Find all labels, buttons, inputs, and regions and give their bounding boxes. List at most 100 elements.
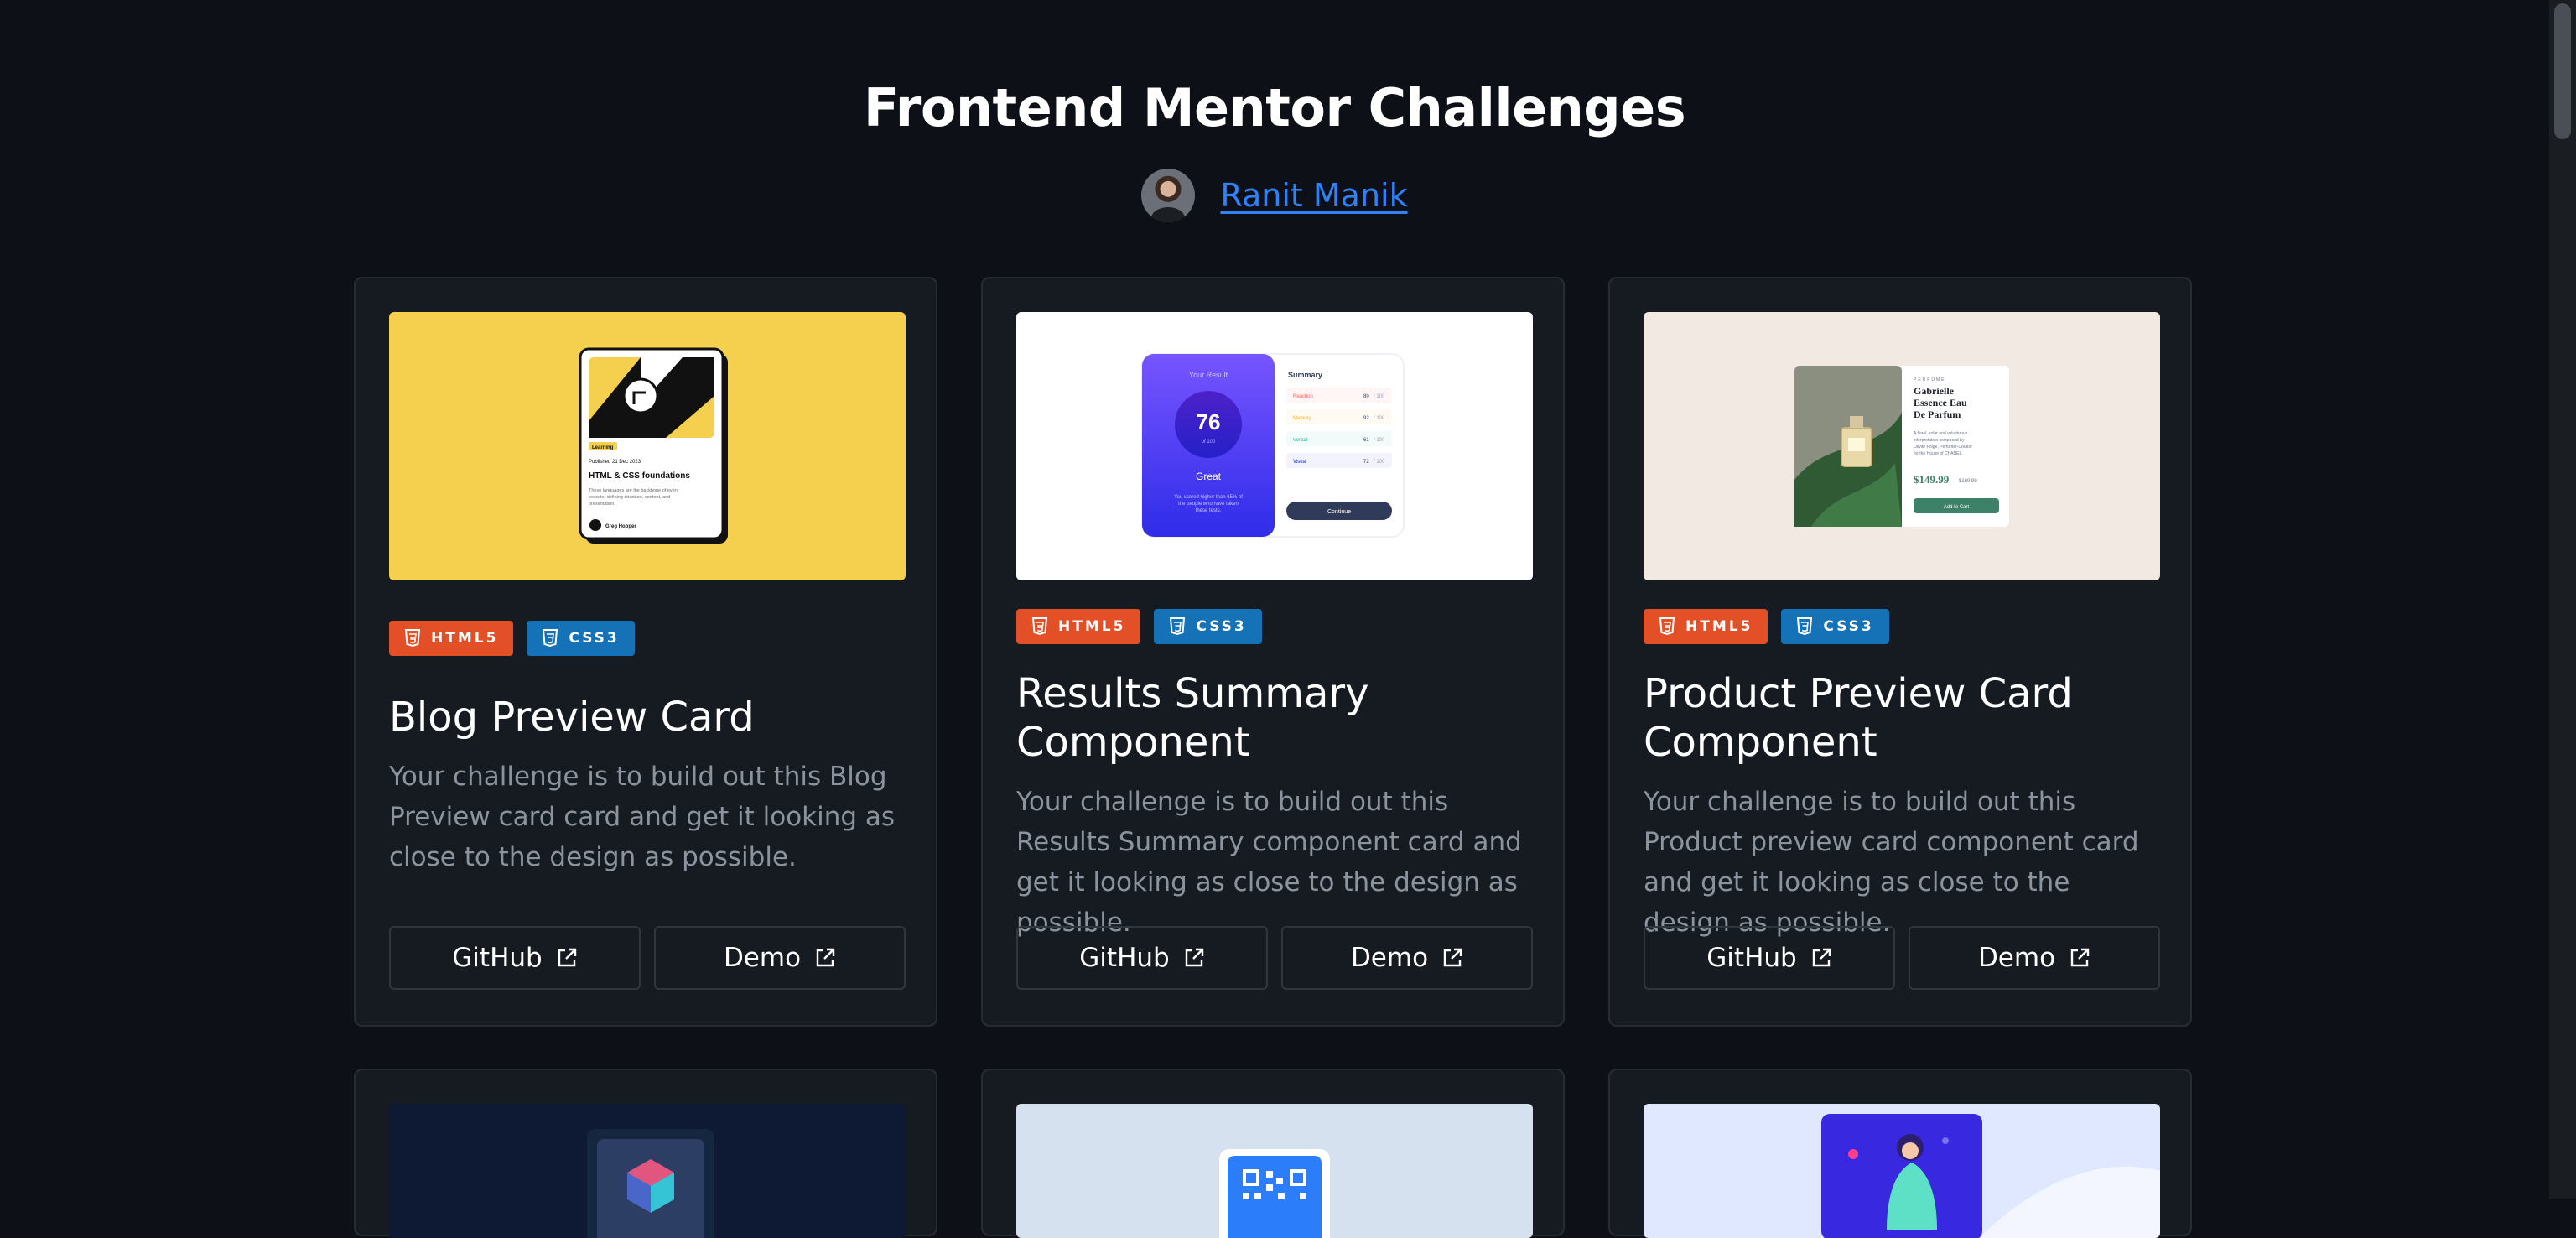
card-description: Your challenge is to build out this Blog…	[389, 762, 896, 872]
nft-preview-screenshot	[587, 1129, 714, 1238]
svg-text:A floral, solar and voluptuous: A floral, solar and voluptuous	[1914, 431, 1968, 436]
svg-text:$169.99: $169.99	[1959, 479, 1977, 484]
demo-button[interactable]: Demo	[1281, 926, 1533, 990]
svg-text:92: 92	[1363, 416, 1369, 421]
svg-text:Continue: Continue	[1327, 509, 1351, 515]
svg-text:Verbal: Verbal	[1293, 438, 1307, 443]
svg-text:for the House of CHANEL.: for the House of CHANEL.	[1914, 451, 1963, 456]
demo-label: Demo	[1977, 943, 2056, 973]
github-label: GitHub	[1079, 943, 1170, 973]
svg-text:Reaction: Reaction	[1293, 394, 1313, 399]
svg-text:$149.99: $149.99	[1914, 473, 1950, 486]
svg-text:/ 100: / 100	[1374, 416, 1385, 421]
svg-text:/ 100: / 100	[1374, 394, 1385, 399]
svg-text:the people who have taken: the people who have taken	[1178, 502, 1239, 507]
svg-text:Memory: Memory	[1293, 416, 1311, 421]
html5-icon	[1031, 617, 1048, 636]
svg-text:Essence Eau: Essence Eau	[1914, 397, 1967, 408]
css3-icon	[1797, 617, 1813, 636]
challenge-card-partial	[1608, 1069, 2192, 1238]
card-actions: GitHub Demo	[1016, 926, 1533, 990]
card-title: Results Summary Component	[1016, 670, 1369, 766]
card-title: Blog Preview Card	[389, 694, 755, 741]
svg-text:You scored higher than 65% of: You scored higher than 65% of	[1174, 495, 1243, 500]
html5-icon	[1659, 617, 1675, 636]
html5-label: HTML5	[431, 630, 499, 647]
svg-text:presentation.: presentation.	[589, 502, 615, 507]
page-scrollbar[interactable]	[2549, 0, 2576, 1199]
svg-text:Published 21 Dec 2023: Published 21 Dec 2023	[589, 460, 641, 465]
svg-text:De Parfum: De Parfum	[1914, 408, 1961, 420]
svg-text:HTML & CSS foundations: HTML & CSS foundations	[589, 471, 690, 481]
css3-label: CSS3	[1823, 618, 1874, 635]
css3-badge: CSS3	[527, 621, 635, 656]
svg-text:61: 61	[1363, 438, 1369, 443]
card-thumbnail[interactable]: Learning Published 21 Dec 2023 HTML & CS…	[389, 312, 906, 580]
github-button[interactable]: GitHub	[1016, 926, 1268, 990]
svg-text:/ 100: / 100	[1374, 438, 1385, 443]
svg-text:72: 72	[1363, 460, 1369, 465]
results-summary-screenshot: Your Result 76 of 100 Great You scored h…	[1141, 353, 1405, 538]
svg-text:Gabrielle: Gabrielle	[1914, 385, 1955, 397]
order-summary-preview-screenshot	[1821, 1114, 2160, 1238]
demo-label: Demo	[723, 943, 802, 973]
external-link-icon	[1185, 948, 1203, 967]
card-title: Product Preview Card Component	[1644, 670, 2073, 766]
card-thumbnail[interactable]: PERFUME Gabrielle Essence Eau De Parfum …	[1644, 312, 2160, 580]
challenge-card-product-preview: PERFUME Gabrielle Essence Eau De Parfum …	[1608, 277, 2192, 1027]
tech-badges: HTML5 CSS3	[1644, 609, 1889, 644]
card-thumbnail[interactable]	[389, 1104, 906, 1238]
svg-text:Summary: Summary	[1288, 371, 1322, 379]
card-thumbnail[interactable]: Your Result 76 of 100 Great You scored h…	[1016, 312, 1533, 580]
css3-label: CSS3	[569, 630, 620, 647]
demo-button[interactable]: Demo	[1909, 926, 2160, 990]
svg-text:interpretation composed by: interpretation composed by	[1914, 438, 1965, 443]
html5-badge: HTML5	[1644, 609, 1768, 644]
external-link-icon	[558, 948, 576, 967]
svg-text:these tests.: these tests.	[1196, 508, 1222, 513]
github-button[interactable]: GitHub	[389, 926, 641, 990]
author-row: Ranit Manik	[0, 168, 2549, 223]
card-actions: GitHub Demo	[1644, 926, 2160, 990]
product-preview-screenshot: PERFUME Gabrielle Essence Eau De Parfum …	[1794, 366, 2009, 527]
html5-badge: HTML5	[389, 621, 514, 656]
external-link-icon	[816, 948, 835, 967]
svg-text:PERFUME: PERFUME	[1914, 377, 1945, 382]
css3-icon	[1170, 617, 1186, 636]
card-thumbnail[interactable]	[1644, 1104, 2160, 1238]
html5-icon	[404, 629, 421, 648]
scrollbar-thumb[interactable]	[2554, 3, 2571, 139]
svg-text:website, defining structure, c: website, defining structure, content, an…	[588, 495, 670, 500]
svg-text:Great: Great	[1196, 471, 1222, 482]
external-link-icon	[1443, 948, 1462, 967]
qr-code-preview-screenshot	[1219, 1149, 1330, 1238]
svg-text:Visual: Visual	[1293, 460, 1306, 465]
tech-badges: HTML5 CSS3	[389, 621, 635, 656]
svg-text:80: 80	[1363, 394, 1369, 399]
challenge-card-blog-preview: Learning Published 21 Dec 2023 HTML & CS…	[354, 277, 937, 1027]
card-thumbnail[interactable]	[1016, 1104, 1533, 1238]
avatar	[1141, 169, 1196, 222]
svg-text:Your Result: Your Result	[1189, 371, 1228, 379]
svg-text:Add to Cart: Add to Cart	[1944, 505, 1970, 510]
card-description: Your challenge is to build out this Prod…	[1644, 787, 2139, 938]
svg-text:of 100: of 100	[1202, 440, 1216, 445]
blog-preview-screenshot: Learning Published 21 Dec 2023 HTML & CS…	[579, 347, 728, 544]
github-label: GitHub	[1706, 943, 1797, 973]
card-actions: GitHub Demo	[389, 926, 906, 990]
html5-badge: HTML5	[1016, 609, 1141, 644]
github-button[interactable]: GitHub	[1644, 926, 1895, 990]
external-link-icon	[1812, 948, 1831, 967]
challenge-card-partial	[354, 1069, 937, 1238]
challenge-card-results-summary: Your Result 76 of 100 Great You scored h…	[981, 277, 1565, 1027]
demo-label: Demo	[1350, 943, 1429, 973]
author-link[interactable]: Ranit Manik	[1220, 177, 1407, 214]
css3-badge: CSS3	[1781, 609, 1889, 644]
demo-button[interactable]: Demo	[654, 926, 906, 990]
css3-icon	[543, 629, 558, 648]
svg-text:Olivier Polge, Perfumer-Creato: Olivier Polge, Perfumer-Creator	[1914, 445, 1972, 450]
html5-label: HTML5	[1685, 618, 1753, 635]
external-link-icon	[2070, 948, 2090, 967]
card-description: Your challenge is to build out this Resu…	[1016, 787, 1522, 938]
challenge-card-partial	[981, 1069, 1565, 1238]
